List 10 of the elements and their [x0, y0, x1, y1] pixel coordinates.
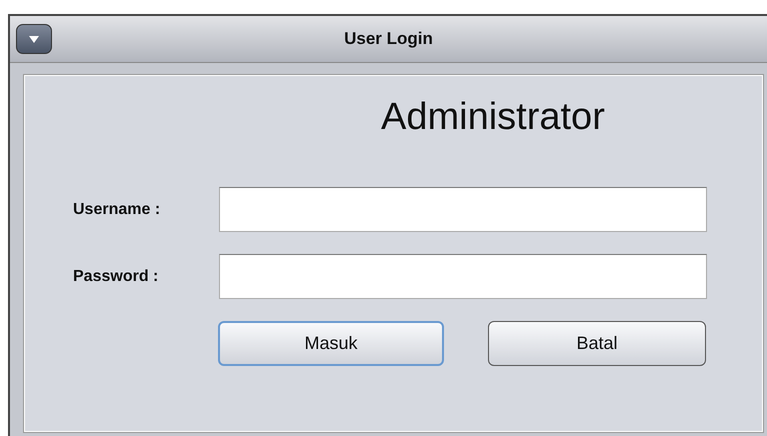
window-menu-button[interactable] [16, 24, 52, 54]
field-label: Password : [72, 268, 160, 286]
window-title: User Login [343, 29, 434, 49]
input-field[interactable] [219, 187, 707, 232]
login-button[interactable]: Masuk [218, 321, 444, 366]
cancel-button[interactable]: Batal [488, 321, 706, 366]
input-field[interactable] [219, 254, 707, 299]
caret-icon [29, 36, 39, 42]
heading: Administrator [381, 96, 606, 140]
field-label: Username : [72, 200, 162, 218]
